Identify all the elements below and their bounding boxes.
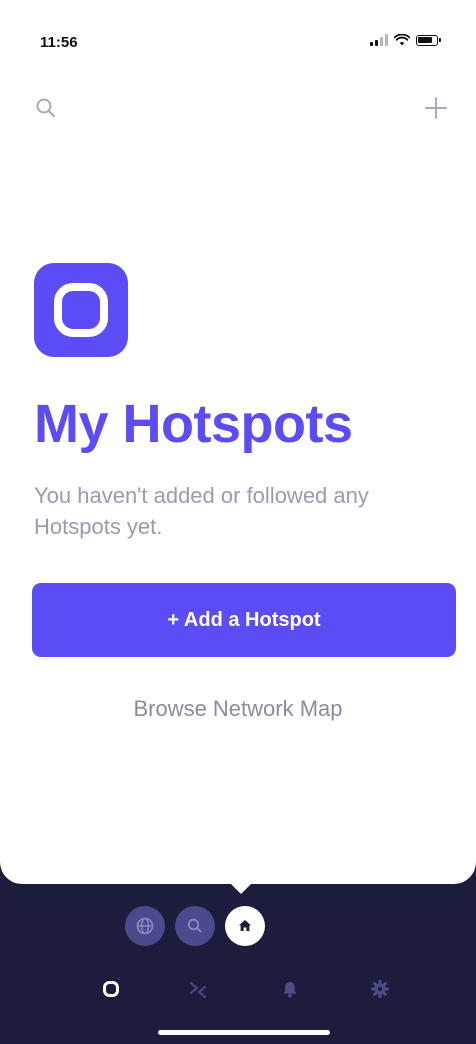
status-icons xyxy=(370,34,441,46)
hotspots-logo-icon xyxy=(34,263,128,357)
tab-settings[interactable] xyxy=(365,974,395,1004)
search-icon xyxy=(36,98,55,117)
gear-icon xyxy=(370,979,390,999)
search-icon xyxy=(187,918,202,933)
add-hotspot-icon-button[interactable] xyxy=(422,94,450,122)
plus-icon xyxy=(425,97,447,119)
nav-globe-button[interactable] xyxy=(125,906,165,946)
signal-icon xyxy=(370,34,388,46)
globe-icon xyxy=(136,917,154,935)
hotspots-icon xyxy=(103,981,119,997)
home-icon xyxy=(239,920,251,931)
content-sheet: 11:56 My Hotspots You haven't added or f… xyxy=(0,0,476,884)
tab-notifications[interactable] xyxy=(275,974,305,1004)
battery-icon xyxy=(416,34,441,46)
browse-network-map-link[interactable]: Browse Network Map xyxy=(0,696,476,722)
sheet-pointer xyxy=(229,882,253,894)
page-title: My Hotspots xyxy=(34,394,353,454)
nav-home-button[interactable] xyxy=(225,906,265,946)
add-hotspot-button[interactable]: + Add a Hotspot xyxy=(32,583,456,657)
search-button[interactable] xyxy=(34,96,60,122)
rounded-square-icon xyxy=(54,283,108,337)
app-screen: 11:56 My Hotspots You haven't added or f… xyxy=(0,0,476,1044)
bell-icon xyxy=(283,982,297,998)
transfer-icon xyxy=(190,982,206,998)
home-indicator xyxy=(158,1030,330,1035)
empty-state-message: You haven't added or followed any Hotspo… xyxy=(34,483,369,539)
status-time: 11:56 xyxy=(40,34,78,51)
tab-hotspots[interactable] xyxy=(96,974,126,1004)
wifi-icon xyxy=(394,34,410,46)
nav-search-button[interactable] xyxy=(175,906,215,946)
tab-transfer[interactable] xyxy=(183,974,213,1004)
